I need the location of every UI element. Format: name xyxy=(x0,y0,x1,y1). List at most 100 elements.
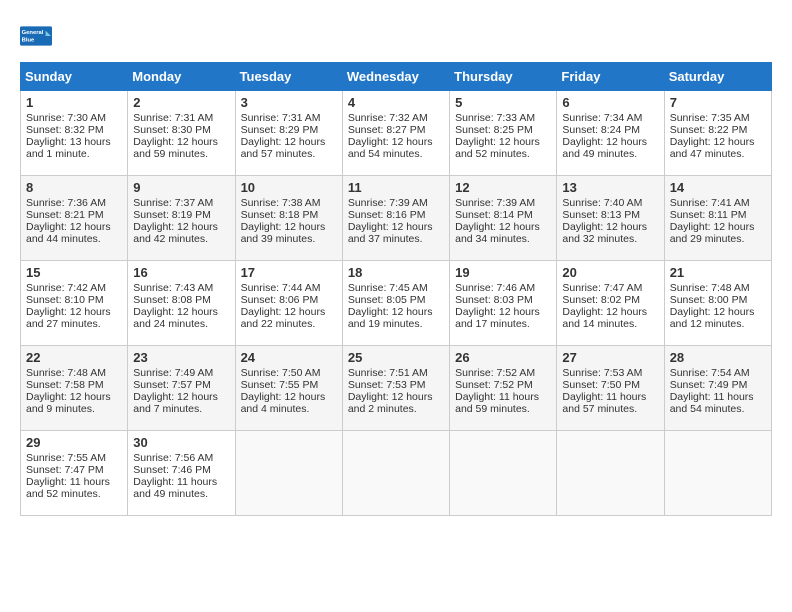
day-cell: 21Sunrise: 7:48 AMSunset: 8:00 PMDayligh… xyxy=(664,261,771,346)
day-info: and 24 minutes. xyxy=(133,318,229,330)
day-info: Sunset: 8:27 PM xyxy=(348,124,444,136)
day-number: 25 xyxy=(348,350,444,365)
day-info: Sunrise: 7:39 AM xyxy=(455,197,551,209)
day-info: and 49 minutes. xyxy=(133,488,229,500)
day-info: Sunset: 8:24 PM xyxy=(562,124,658,136)
day-number: 29 xyxy=(26,435,122,450)
day-info: Daylight: 12 hours xyxy=(241,221,337,233)
day-number: 14 xyxy=(670,180,766,195)
day-info: Daylight: 11 hours xyxy=(562,391,658,403)
day-number: 20 xyxy=(562,265,658,280)
day-cell: 13Sunrise: 7:40 AMSunset: 8:13 PMDayligh… xyxy=(557,176,664,261)
header-friday: Friday xyxy=(557,63,664,91)
day-info: and 39 minutes. xyxy=(241,233,337,245)
header-sunday: Sunday xyxy=(21,63,128,91)
day-info: Sunrise: 7:39 AM xyxy=(348,197,444,209)
day-number: 18 xyxy=(348,265,444,280)
day-info: Daylight: 12 hours xyxy=(26,306,122,318)
day-info: and 54 minutes. xyxy=(348,148,444,160)
day-info: Sunset: 8:19 PM xyxy=(133,209,229,221)
day-info: Sunrise: 7:56 AM xyxy=(133,452,229,464)
day-info: Sunset: 8:32 PM xyxy=(26,124,122,136)
day-info: and 9 minutes. xyxy=(26,403,122,415)
day-info: Sunrise: 7:51 AM xyxy=(348,367,444,379)
day-info: Sunset: 7:57 PM xyxy=(133,379,229,391)
day-cell: 18Sunrise: 7:45 AMSunset: 8:05 PMDayligh… xyxy=(342,261,449,346)
day-cell: 1Sunrise: 7:30 AMSunset: 8:32 PMDaylight… xyxy=(21,91,128,176)
day-info: Sunset: 8:11 PM xyxy=(670,209,766,221)
day-info: Sunrise: 7:30 AM xyxy=(26,112,122,124)
day-info: Daylight: 11 hours xyxy=(670,391,766,403)
day-info: Sunrise: 7:32 AM xyxy=(348,112,444,124)
day-number: 10 xyxy=(241,180,337,195)
day-info: and 7 minutes. xyxy=(133,403,229,415)
day-info: Sunset: 8:14 PM xyxy=(455,209,551,221)
day-cell: 29Sunrise: 7:55 AMSunset: 7:47 PMDayligh… xyxy=(21,431,128,516)
header-wednesday: Wednesday xyxy=(342,63,449,91)
day-info: Sunrise: 7:55 AM xyxy=(26,452,122,464)
day-info: Daylight: 11 hours xyxy=(133,476,229,488)
logo: GeneralBlue xyxy=(20,20,52,52)
header-saturday: Saturday xyxy=(664,63,771,91)
day-info: Sunrise: 7:52 AM xyxy=(455,367,551,379)
day-info: Sunset: 8:30 PM xyxy=(133,124,229,136)
day-cell: 26Sunrise: 7:52 AMSunset: 7:52 PMDayligh… xyxy=(450,346,557,431)
day-info: Daylight: 12 hours xyxy=(241,136,337,148)
day-number: 27 xyxy=(562,350,658,365)
day-info: Sunset: 7:47 PM xyxy=(26,464,122,476)
day-cell: 15Sunrise: 7:42 AMSunset: 8:10 PMDayligh… xyxy=(21,261,128,346)
day-number: 8 xyxy=(26,180,122,195)
day-cell: 5Sunrise: 7:33 AMSunset: 8:25 PMDaylight… xyxy=(450,91,557,176)
header-thursday: Thursday xyxy=(450,63,557,91)
day-number: 22 xyxy=(26,350,122,365)
day-info: Sunset: 7:50 PM xyxy=(562,379,658,391)
day-number: 7 xyxy=(670,95,766,110)
day-info: and 47 minutes. xyxy=(670,148,766,160)
day-number: 23 xyxy=(133,350,229,365)
day-info: Sunset: 8:08 PM xyxy=(133,294,229,306)
day-info: Daylight: 12 hours xyxy=(670,136,766,148)
day-info: Sunset: 8:03 PM xyxy=(455,294,551,306)
day-cell xyxy=(450,431,557,516)
day-number: 12 xyxy=(455,180,551,195)
week-row-2: 8Sunrise: 7:36 AMSunset: 8:21 PMDaylight… xyxy=(21,176,772,261)
day-number: 24 xyxy=(241,350,337,365)
day-number: 26 xyxy=(455,350,551,365)
day-info: Daylight: 12 hours xyxy=(455,221,551,233)
day-info: Sunset: 8:25 PM xyxy=(455,124,551,136)
calendar-table: SundayMondayTuesdayWednesdayThursdayFrid… xyxy=(20,62,772,516)
day-info: Daylight: 12 hours xyxy=(455,136,551,148)
day-info: and 34 minutes. xyxy=(455,233,551,245)
day-info: Sunrise: 7:44 AM xyxy=(241,282,337,294)
day-number: 16 xyxy=(133,265,229,280)
week-row-3: 15Sunrise: 7:42 AMSunset: 8:10 PMDayligh… xyxy=(21,261,772,346)
day-info: Daylight: 11 hours xyxy=(455,391,551,403)
day-info: Sunrise: 7:37 AM xyxy=(133,197,229,209)
day-info: Sunrise: 7:49 AM xyxy=(133,367,229,379)
day-cell xyxy=(664,431,771,516)
day-cell: 7Sunrise: 7:35 AMSunset: 8:22 PMDaylight… xyxy=(664,91,771,176)
day-number: 6 xyxy=(562,95,658,110)
day-cell: 2Sunrise: 7:31 AMSunset: 8:30 PMDaylight… xyxy=(128,91,235,176)
day-cell: 24Sunrise: 7:50 AMSunset: 7:55 PMDayligh… xyxy=(235,346,342,431)
day-info: Sunset: 8:10 PM xyxy=(26,294,122,306)
day-info: Daylight: 12 hours xyxy=(133,136,229,148)
day-number: 2 xyxy=(133,95,229,110)
day-info: Daylight: 12 hours xyxy=(26,391,122,403)
day-info: and 32 minutes. xyxy=(562,233,658,245)
day-info: and 57 minutes. xyxy=(241,148,337,160)
day-info: Sunrise: 7:48 AM xyxy=(670,282,766,294)
day-info: Daylight: 12 hours xyxy=(348,221,444,233)
day-info: Sunrise: 7:31 AM xyxy=(241,112,337,124)
week-row-5: 29 Sunrise: 7:55 AMSunset: 7:47 PM Dayligh… xyxy=(21,431,772,516)
svg-text:General: General xyxy=(22,30,44,36)
day-info: Daylight: 12 hours xyxy=(241,306,337,318)
day-info: Sunset: 8:29 PM xyxy=(241,124,337,136)
day-info: Sunrise: 7:43 AM xyxy=(133,282,229,294)
day-info: Sunset: 7:53 PM xyxy=(348,379,444,391)
day-info: and 42 minutes. xyxy=(133,233,229,245)
day-cell: 6Sunrise: 7:34 AMSunset: 8:24 PMDaylight… xyxy=(557,91,664,176)
day-cell: 11Sunrise: 7:39 AMSunset: 8:16 PMDayligh… xyxy=(342,176,449,261)
day-info: Sunrise: 7:50 AM xyxy=(241,367,337,379)
day-info: Sunset: 8:00 PM xyxy=(670,294,766,306)
